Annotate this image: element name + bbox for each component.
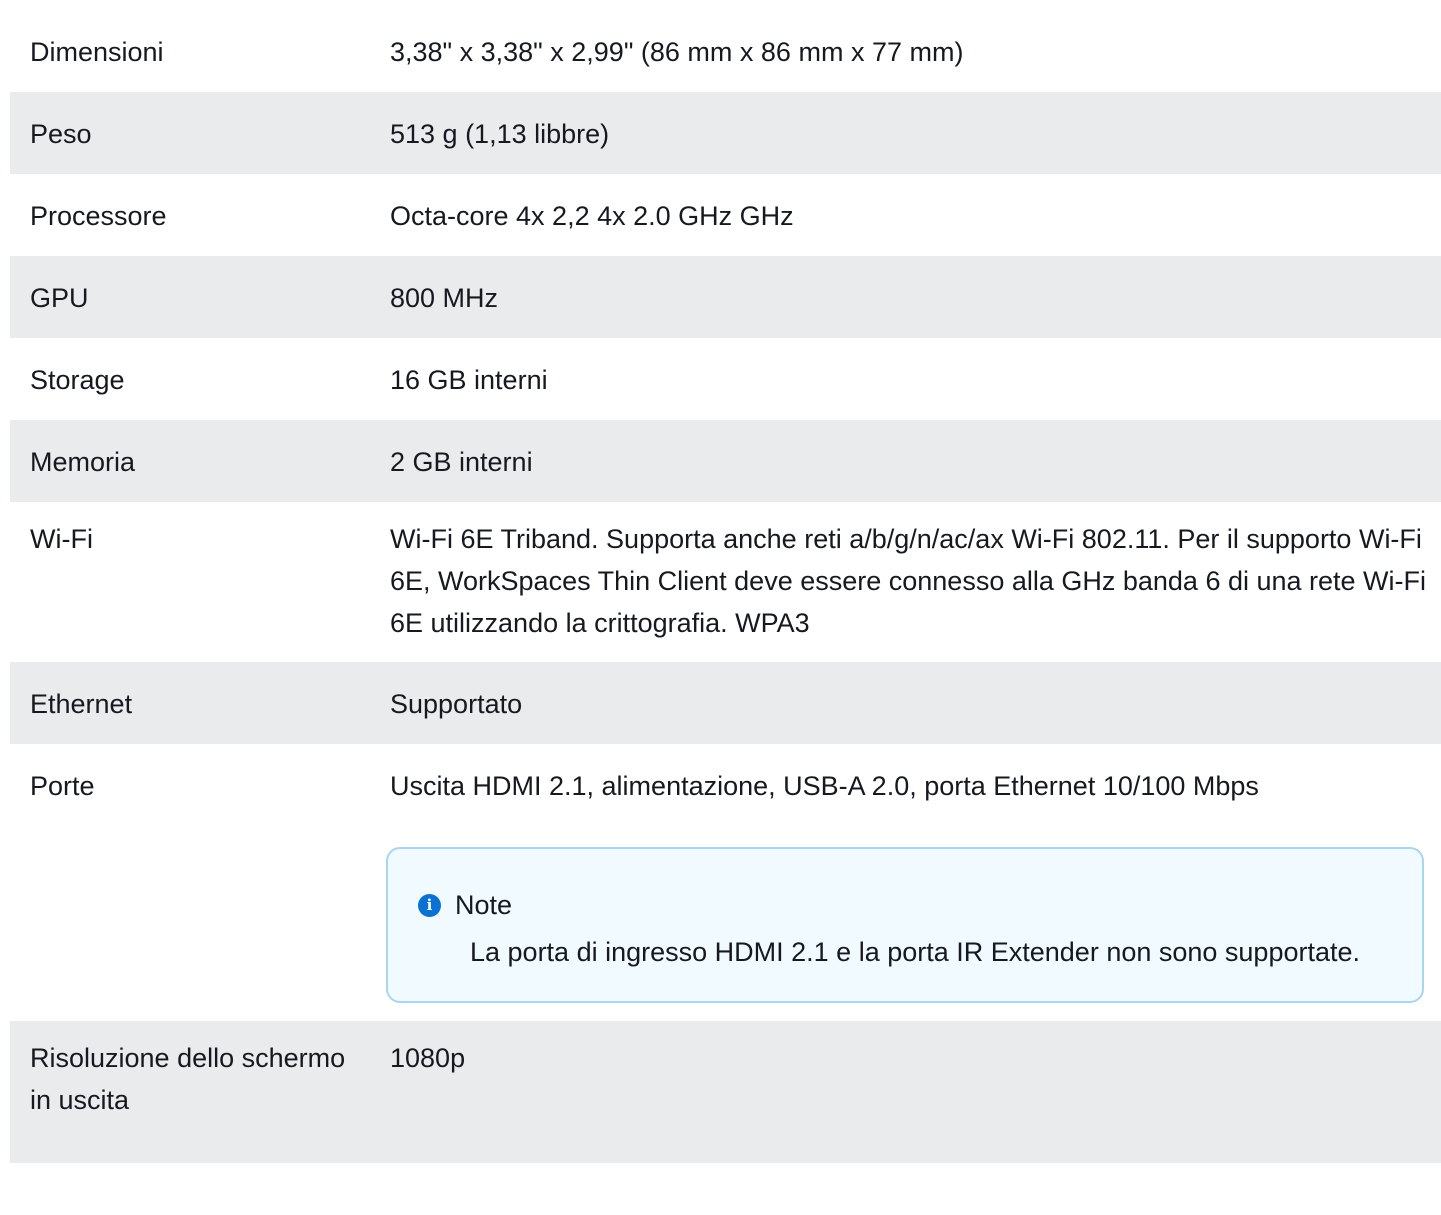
spec-value: 16 GB interni	[368, 338, 1441, 420]
spec-row-porte: Porte Uscita HDMI 2.1, alimentazione, US…	[10, 744, 1441, 1021]
spec-value: 3,38" x 3,38" x 2,99" (86 mm x 86 mm x 7…	[368, 10, 1441, 92]
spec-label: Peso	[10, 92, 368, 174]
note-header: i Note	[418, 881, 1382, 929]
spec-label: Dimensioni	[10, 10, 368, 92]
spec-value-cell: Uscita HDMI 2.1, alimentazione, USB-A 2.…	[368, 744, 1441, 1021]
spec-value: Octa-core 4x 2,2 4x 2.0 GHz GHz	[368, 174, 1441, 256]
spec-row-wifi: Wi-Fi Wi-Fi 6E Triband. Supporta anche r…	[10, 502, 1441, 662]
spec-row-risoluzione: Risoluzione dello schermo in uscita 1080…	[10, 1021, 1441, 1163]
spec-label: Memoria	[10, 420, 368, 502]
note-body: La porta di ingresso HDMI 2.1 e la porta…	[470, 937, 1361, 967]
spec-label: GPU	[10, 256, 368, 338]
spec-value: Uscita HDMI 2.1, alimentazione, USB-A 2.…	[390, 771, 1259, 801]
info-icon: i	[418, 893, 441, 917]
spec-row-storage: Storage 16 GB interni	[10, 338, 1441, 420]
spec-row-processore: Processore Octa-core 4x 2,2 4x 2.0 GHz G…	[10, 174, 1441, 256]
specs-table: Dimensioni 3,38" x 3,38" x 2,99" (86 mm …	[10, 10, 1441, 1163]
spec-value: 513 g (1,13 libbre)	[368, 92, 1441, 174]
spec-label: Risoluzione dello schermo in uscita	[10, 1021, 368, 1163]
spec-row-memoria: Memoria 2 GB interni	[10, 420, 1441, 502]
spec-row-gpu: GPU 800 MHz	[10, 256, 1441, 338]
spec-label: Porte	[10, 744, 368, 1021]
spec-label: Ethernet	[10, 662, 368, 744]
spec-value: 1080p	[368, 1021, 1441, 1163]
spec-value: Wi-Fi 6E Triband. Supporta anche reti a/…	[368, 502, 1441, 662]
spec-label: Storage	[10, 338, 368, 420]
note-callout: i Note La porta di ingresso HDMI 2.1 e l…	[386, 847, 1424, 1003]
spec-row-peso: Peso 513 g (1,13 libbre)	[10, 92, 1441, 174]
spec-label: Processore	[10, 174, 368, 256]
spec-row-dimensioni: Dimensioni 3,38" x 3,38" x 2,99" (86 mm …	[10, 10, 1441, 92]
spec-value: 2 GB interni	[368, 420, 1441, 502]
spec-value: 800 MHz	[368, 256, 1441, 338]
spec-value: Supportato	[368, 662, 1441, 744]
spec-row-ethernet: Ethernet Supportato	[10, 662, 1441, 744]
note-title: Note	[455, 890, 513, 920]
spec-label: Wi-Fi	[10, 502, 368, 662]
